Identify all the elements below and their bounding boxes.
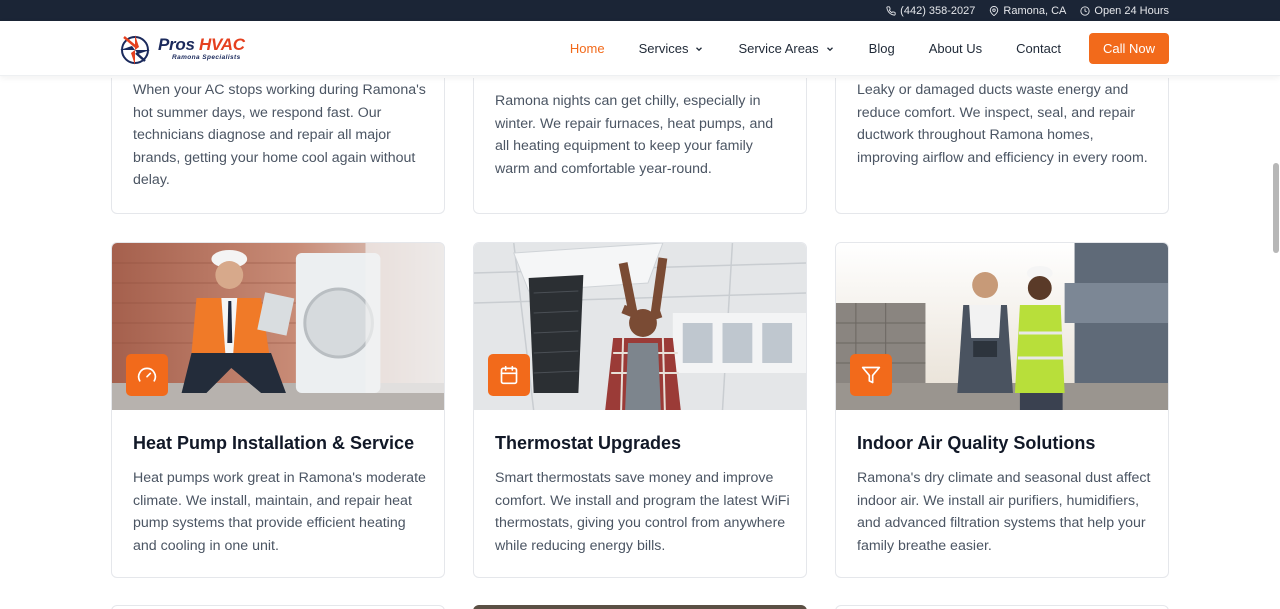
nav-home[interactable]: Home xyxy=(570,41,605,56)
service-card-title: Indoor Air Quality Solutions xyxy=(857,433,1096,453)
calendar-icon-badge xyxy=(488,354,530,396)
phone-number: (442) 358-2027 xyxy=(900,4,976,17)
service-card-air-quality: Indoor Air Quality Solutions Ramona's dr… xyxy=(835,242,1169,578)
service-card-heating: Ramona nights can get chilly, especially… xyxy=(473,78,807,214)
hours-info: Open 24 Hours xyxy=(1080,5,1169,17)
phone-icon xyxy=(886,5,896,16)
service-card-text: Ramona's dry climate and seasonal dust a… xyxy=(857,470,1151,554)
chevron-down-icon xyxy=(826,46,833,51)
nav-services[interactable]: Services xyxy=(639,41,705,56)
call-now-button[interactable]: Call Now xyxy=(1088,33,1169,64)
service-card-ductwork: Leaky or damaged ducts waste energy and … xyxy=(835,78,1169,214)
service-card-text: Leaky or damaged ducts waste energy and … xyxy=(857,82,1148,166)
phone-link[interactable]: (442) 358-2027 xyxy=(886,5,975,17)
page-scrollbar[interactable] xyxy=(1273,163,1279,253)
brand-name-part1: Pros xyxy=(158,35,195,55)
gauge-icon-badge xyxy=(126,354,168,396)
site-header: Pros HVAC Ramona Specialists Home Servic… xyxy=(0,21,1280,76)
nav-about[interactable]: About Us xyxy=(929,41,982,56)
service-card-text: Ramona nights can get chilly, especially… xyxy=(495,93,774,177)
service-card-bottom-2 xyxy=(473,605,807,609)
logo-mark-icon xyxy=(120,35,150,65)
service-card-text: When your AC stops working during Ramona… xyxy=(133,82,426,188)
nav-service-areas[interactable]: Service Areas xyxy=(738,41,834,56)
brand-tagline: Ramona Specialists xyxy=(172,54,241,62)
service-card-title: Thermostat Upgrades xyxy=(495,433,682,453)
nav-services-label: Services xyxy=(638,41,689,56)
brand-name-part2: HVAC xyxy=(199,35,245,55)
nav-contact[interactable]: Contact xyxy=(1016,41,1061,56)
brand-logo[interactable]: Pros HVAC Ramona Specialists xyxy=(115,30,245,68)
service-card-bottom-3 xyxy=(835,605,1169,609)
filter-icon-badge xyxy=(850,354,892,396)
top-info-bar: (442) 358-2027 Ramona, CA Open 24 Hours xyxy=(0,0,1280,21)
chevron-down-icon xyxy=(696,46,703,51)
hours-text: Open 24 Hours xyxy=(1094,4,1169,17)
service-card-text: Heat pumps work great in Ramona's modera… xyxy=(133,470,426,554)
service-card-text: Smart thermostats save money and improve… xyxy=(495,470,790,554)
service-card-ac-repair: When your AC stops working during Ramona… xyxy=(111,78,445,214)
location-info: Ramona, CA xyxy=(989,5,1066,17)
calendar-icon xyxy=(500,365,518,385)
service-card-bottom-1 xyxy=(111,605,445,609)
nav-blog[interactable]: Blog xyxy=(869,41,895,56)
gauge-icon xyxy=(137,367,157,382)
service-card-title: Heat Pump Installation & Service xyxy=(133,433,415,453)
location-text: Ramona, CA xyxy=(1003,4,1067,17)
clock-icon xyxy=(1080,5,1091,16)
nav-service-areas-label: Service Areas xyxy=(738,41,819,56)
map-pin-icon xyxy=(990,5,999,16)
service-card-heat-pump: Heat Pump Installation & Service Heat pu… xyxy=(111,242,445,578)
main-nav: Home Services Service Areas Blog About U… xyxy=(536,33,1169,64)
service-card-thermostat: Thermostat Upgrades Smart thermostats sa… xyxy=(473,242,807,578)
filter-icon xyxy=(861,366,881,384)
